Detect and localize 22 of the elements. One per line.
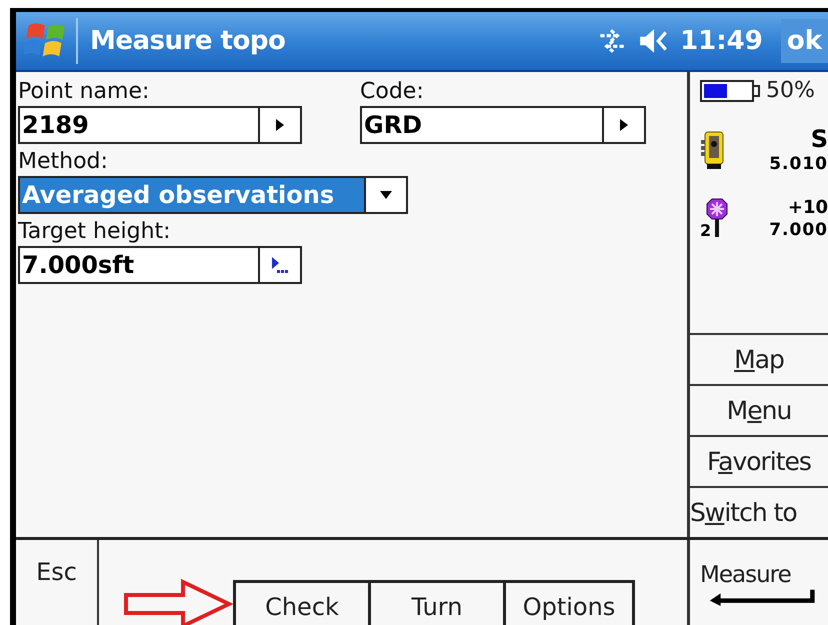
field-label: Target height:	[18, 218, 172, 246]
more-icon	[271, 256, 289, 274]
input-field[interactable]: 7.000sft	[18, 246, 302, 284]
input-field[interactable]: GRD	[360, 106, 646, 144]
field-label: Code:	[360, 78, 425, 106]
instrument-status: S	[810, 125, 828, 153]
triangle-right-icon	[275, 118, 285, 132]
input-field[interactable]: 2189	[18, 106, 302, 144]
target-number: 2	[700, 222, 712, 240]
total-station-icon[interactable]	[700, 130, 726, 170]
battery-percent: 50%	[766, 78, 815, 103]
clock-time[interactable]: 11:49	[680, 26, 763, 56]
field-label: Method:	[18, 148, 109, 176]
triangle-right-icon	[619, 118, 629, 132]
target-offset: +10	[788, 197, 828, 219]
dropdown-field[interactable]: Averaged observations	[18, 176, 408, 214]
instrument-reading: 5.010	[769, 153, 828, 175]
triangle-down-icon	[378, 190, 394, 200]
field-label: Point name:	[18, 78, 150, 106]
window-title: Measure topo	[90, 26, 286, 56]
target-height-reading: 7.000	[769, 219, 828, 241]
battery-icon	[700, 80, 760, 102]
